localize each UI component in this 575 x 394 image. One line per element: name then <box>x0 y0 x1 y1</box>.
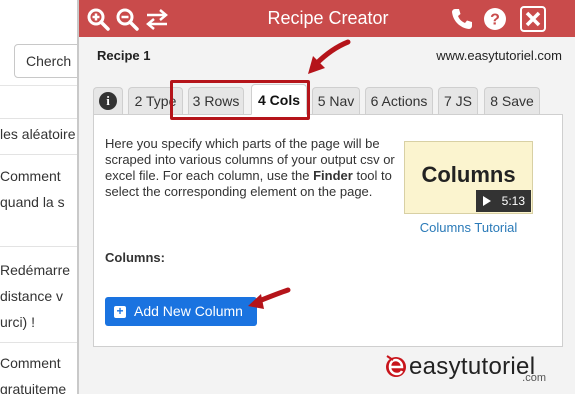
cols-description: Here you specify which parts of the page… <box>105 136 395 199</box>
phone-icon[interactable] <box>450 7 474 31</box>
cols-panel: Here you specify which parts of the page… <box>93 114 563 347</box>
background-list-item[interactable]: Comment quand la s <box>0 154 80 246</box>
annotation-arrow-icon <box>248 287 291 309</box>
easytutoriel-logo: easytutoriel .com <box>381 350 556 390</box>
tab-info[interactable]: i <box>93 87 123 114</box>
background-list-item[interactable]: les aléatoire <box>0 118 80 154</box>
background-search-input[interactable]: Cherch <box>14 44 80 78</box>
logo-suffix: .com <box>522 372 546 384</box>
columns-tutorial-link[interactable]: Columns Tutorial <box>404 220 533 235</box>
background-page: Cherch les aléatoire Comment quand la s … <box>0 0 80 394</box>
background-list-item[interactable]: Comment gratuiteme <box>0 342 80 394</box>
plus-icon: + <box>114 305 126 318</box>
tab-nav[interactable]: 5 Nav <box>312 87 360 114</box>
svg-text:?: ? <box>490 12 500 29</box>
recipe-name: Recipe 1 <box>97 48 151 63</box>
close-icon[interactable] <box>520 6 546 32</box>
tab-js[interactable]: 7 JS <box>438 87 478 114</box>
annotation-arrow-icon <box>308 39 351 74</box>
add-new-column-button[interactable]: + Add New Column <box>105 297 257 326</box>
play-icon <box>483 196 491 206</box>
background-list-item[interactable]: Redémarre distance v urci) ! <box>0 246 80 342</box>
highlight-box <box>170 80 310 120</box>
help-icon[interactable]: ? <box>483 7 507 31</box>
tab-bar: i 2 Type 3 Rows 4 Cols 5 Nav 6 Actions 7… <box>93 84 563 115</box>
finder-label: Finder <box>313 168 353 183</box>
tab-actions[interactable]: 6 Actions <box>365 87 433 114</box>
columns-label: Columns: <box>105 250 165 265</box>
logo-text: easytutoriel <box>409 353 536 380</box>
video-duration-badge: 5:13 <box>476 190 531 212</box>
recipe-site: www.easytutoriel.com <box>436 48 562 63</box>
video-title: Columns <box>421 162 516 187</box>
logo-mark-icon <box>386 355 406 377</box>
title-bar: Recipe Creator ? <box>79 0 575 37</box>
info-icon: i <box>99 92 117 110</box>
video-thumbnail[interactable]: Columns 5:13 <box>404 141 533 214</box>
tab-save[interactable]: 8 Save <box>484 87 540 114</box>
